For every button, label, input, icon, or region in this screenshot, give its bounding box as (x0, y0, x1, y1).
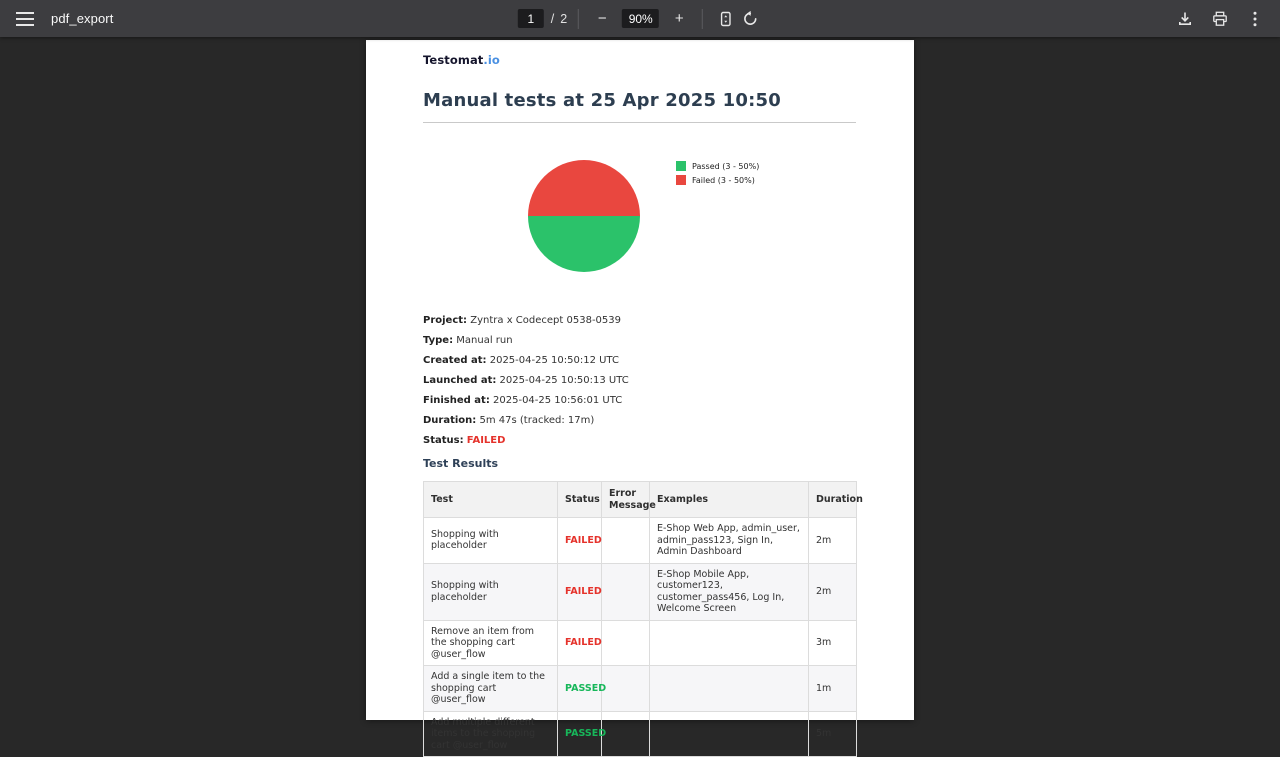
pdf-viewer-toolbar: pdf_export /2 − 90% + (0, 0, 1280, 37)
failed-swatch (676, 175, 686, 185)
test-name-cell: Remove an item from the shopping cart @u… (424, 620, 558, 666)
passed-swatch (676, 161, 686, 171)
download-button[interactable] (1173, 7, 1197, 31)
table-row: Add multiple different items to the shop… (424, 711, 857, 757)
print-button[interactable] (1208, 7, 1232, 31)
detail-launched-at: Launched at: 2025-04-25 10:50:13 UTC (423, 375, 856, 386)
kebab-icon (1253, 11, 1257, 27)
status-cell: PASSED (558, 711, 602, 757)
minus-icon: − (598, 11, 607, 26)
pie-chart (528, 160, 640, 272)
document-filename: pdf_export (51, 11, 113, 26)
menu-button[interactable] (13, 7, 37, 31)
fit-page-icon (718, 11, 734, 27)
error-message-cell (602, 620, 650, 666)
duration-cell: 1m (809, 666, 857, 712)
test-name-cell: Shopping with placeholder (424, 518, 558, 564)
status-value: FAILED (467, 435, 506, 446)
examples-cell: E-Shop Web App, admin_user, admin_pass12… (650, 518, 809, 564)
table-header-row: Test Status Error Message Examples Durat… (424, 482, 857, 518)
status-cell: PASSED (558, 666, 602, 712)
legend-label: Passed (3 - 50%) (692, 162, 759, 171)
examples-cell (650, 620, 809, 666)
toolbar-divider (578, 9, 579, 29)
status-cell: FAILED (558, 518, 602, 564)
fit-page-button[interactable] (714, 7, 738, 31)
table-row: Shopping with placeholder FAILED E-Shop … (424, 563, 857, 620)
results-chart: Passed (3 - 50%) Failed (3 - 50%) (423, 123, 856, 275)
results-table: Test Status Error Message Examples Durat… (423, 481, 857, 757)
zoom-out-button[interactable]: − (590, 7, 614, 31)
toolbar-divider (702, 9, 703, 29)
header-examples: Examples (650, 482, 809, 518)
hamburger-icon (16, 12, 34, 26)
more-options-button[interactable] (1243, 7, 1267, 31)
detail-created-at: Created at: 2025-04-25 10:50:12 UTC (423, 355, 856, 366)
table-row: Shopping with placeholder FAILED E-Shop … (424, 518, 857, 564)
zoom-in-button[interactable]: + (667, 7, 691, 31)
test-name-cell: Add multiple different items to the shop… (424, 711, 558, 757)
duration-cell: 5m (809, 711, 857, 757)
report-title: Manual tests at 25 Apr 2025 10:50 (423, 90, 856, 111)
rotate-icon (742, 10, 759, 27)
legend-item-passed: Passed (3 - 50%) (676, 161, 759, 171)
detail-type: Type: Manual run (423, 335, 856, 346)
test-name-cell: Shopping with placeholder (424, 563, 558, 620)
rotate-button[interactable] (738, 7, 762, 31)
zoom-level[interactable]: 90% (622, 9, 659, 28)
examples-cell: E-Shop Mobile App, customer123, customer… (650, 563, 809, 620)
duration-cell: 2m (809, 563, 857, 620)
table-row: Remove an item from the shopping cart @u… (424, 620, 857, 666)
error-message-cell (602, 666, 650, 712)
error-message-cell (602, 563, 650, 620)
legend-item-failed: Failed (3 - 50%) (676, 175, 759, 185)
detail-finished-at: Finished at: 2025-04-25 10:56:01 UTC (423, 395, 856, 406)
report-details: Project: Zyntra x Codecept 0538-0539 Typ… (423, 315, 856, 446)
header-duration: Duration (809, 482, 857, 518)
test-name-cell: Add a single item to the shopping cart @… (424, 666, 558, 712)
page-count-label: /2 (551, 12, 567, 26)
brand-tld: .io (483, 53, 500, 67)
header-error-message: Error Message (602, 482, 650, 518)
brand-name: Testomat (423, 53, 483, 67)
plus-icon: + (675, 11, 684, 26)
test-results-heading: Test Results (423, 457, 856, 470)
header-test: Test (424, 482, 558, 518)
duration-cell: 2m (809, 518, 857, 564)
download-icon (1177, 11, 1193, 27)
print-icon (1212, 11, 1228, 27)
detail-status: Status: FAILED (423, 435, 856, 446)
header-status: Status (558, 482, 602, 518)
page-number-input[interactable] (518, 9, 544, 28)
detail-duration: Duration: 5m 47s (tracked: 17m) (423, 415, 856, 426)
detail-project: Project: Zyntra x Codecept 0538-0539 (423, 315, 856, 326)
chart-legend: Passed (3 - 50%) Failed (3 - 50%) (676, 161, 759, 189)
examples-cell (650, 711, 809, 757)
legend-label: Failed (3 - 50%) (692, 176, 755, 185)
brand-logo: Testomat.io (423, 53, 856, 67)
error-message-cell (602, 518, 650, 564)
duration-cell: 3m (809, 620, 857, 666)
pdf-page: Testomat.io Manual tests at 25 Apr 2025 … (366, 40, 914, 720)
table-row: Add a single item to the shopping cart @… (424, 666, 857, 712)
status-cell: FAILED (558, 563, 602, 620)
error-message-cell (602, 711, 650, 757)
status-cell: FAILED (558, 620, 602, 666)
examples-cell (650, 666, 809, 712)
